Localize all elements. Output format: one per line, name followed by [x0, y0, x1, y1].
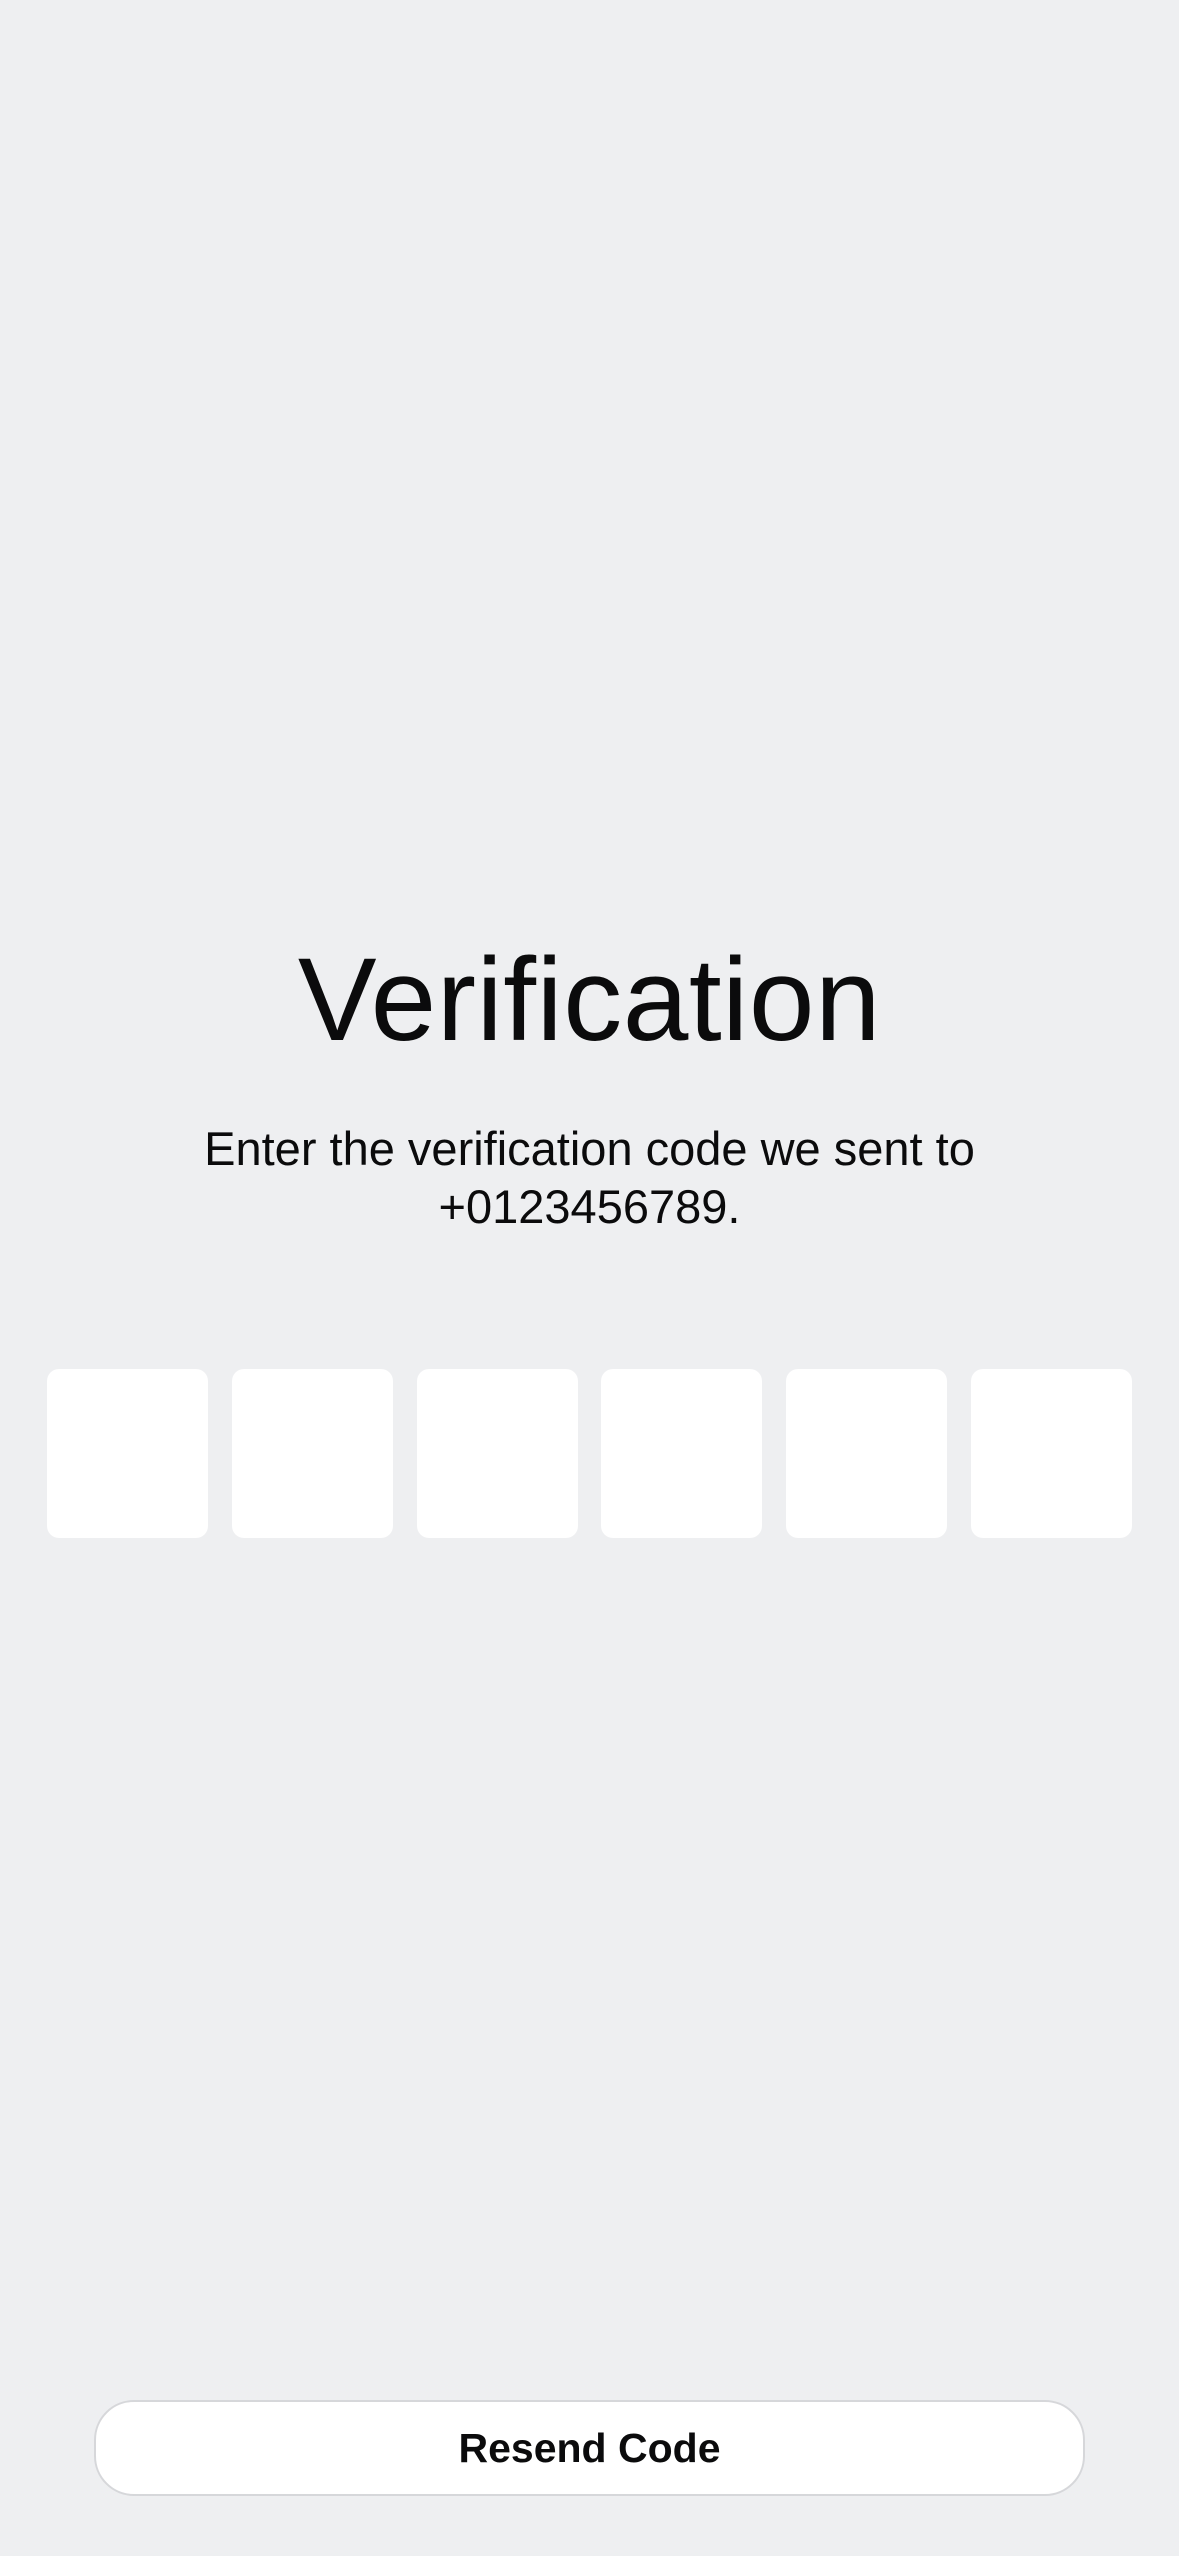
- page-title: Verification: [297, 934, 882, 1066]
- code-digit-2[interactable]: [231, 1369, 393, 1538]
- code-digit-4[interactable]: [601, 1369, 763, 1538]
- code-digit-3[interactable]: [416, 1369, 578, 1538]
- verification-screen: Verification Enter the verification code…: [0, 0, 1179, 2556]
- resend-code-button[interactable]: Resend Code: [94, 2400, 1085, 2496]
- code-digit-5[interactable]: [786, 1369, 948, 1538]
- verification-instructions: Enter the verification code we sent to +…: [150, 1120, 1029, 1236]
- code-input-row: [47, 1369, 1132, 1538]
- instructions-line-1: Enter the verification code we sent to: [204, 1122, 975, 1175]
- phone-number: +0123456789.: [438, 1180, 741, 1233]
- code-digit-1[interactable]: [47, 1369, 208, 1538]
- code-digit-6[interactable]: [970, 1369, 1132, 1538]
